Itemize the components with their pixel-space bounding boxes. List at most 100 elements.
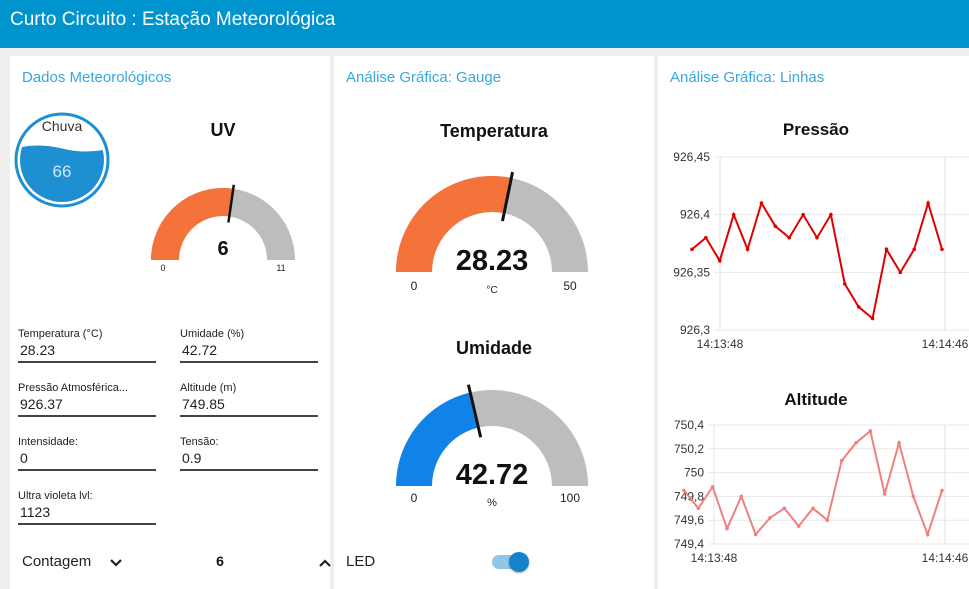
field-altitude: Altitude (m) 749.85	[180, 382, 318, 417]
chart-title: Altitude	[784, 390, 847, 409]
data-point	[787, 235, 792, 240]
counter-label: Contagem	[22, 553, 92, 570]
data-point	[717, 259, 722, 263]
altitude-chart: Altitude 750,4750,2750749,8749,6749,414:…	[674, 390, 969, 565]
humidity-gauge-max: 100	[560, 491, 580, 505]
humidity-gauge-unit: %	[487, 497, 497, 509]
temperature-gauge-value: 28.23	[456, 245, 529, 277]
data-point	[811, 506, 815, 511]
data-point	[856, 305, 861, 309]
rain-level-widget: Chuva 66	[14, 112, 110, 208]
data-point	[868, 429, 873, 433]
humidity-gauge-value: 42.72	[456, 459, 529, 491]
data-point	[898, 270, 903, 275]
data-point	[690, 247, 694, 252]
led-label: LED	[346, 553, 376, 570]
data-point	[912, 247, 917, 252]
humidity-gauge: 42.72 % 0 100	[396, 384, 588, 509]
data-point	[704, 235, 708, 240]
uv-gauge: 6 0 11	[151, 184, 295, 273]
y-tick-label: 750,2	[674, 442, 704, 456]
led-toggle[interactable]	[492, 552, 529, 572]
field-label: Temperatura (°C)	[18, 328, 103, 340]
field-value: 1123	[18, 504, 156, 525]
data-point	[682, 488, 686, 493]
y-tick-label: 749,6	[674, 513, 704, 527]
data-point	[925, 532, 930, 537]
data-point	[926, 201, 930, 205]
field-label: Intensidade:	[18, 436, 78, 448]
data-point	[731, 212, 736, 217]
field-value: 42.72	[180, 342, 318, 363]
field-label: Umidade (%)	[180, 328, 245, 340]
series-line	[683, 429, 943, 538]
data-point	[882, 492, 887, 496]
toggle-thumb	[509, 552, 529, 572]
top-bar: Curto Circuito : Estação Meteorológica	[0, 0, 969, 48]
temperature-gauge-max: 50	[563, 279, 577, 293]
uv-gauge-title: UV	[210, 120, 236, 140]
data-point	[759, 201, 764, 205]
field-value: 0.9	[180, 450, 318, 471]
data-point	[940, 488, 944, 493]
field-value: 749.85	[180, 396, 318, 417]
rain-value: 66	[53, 162, 72, 181]
data-point	[842, 282, 847, 286]
field-uv-level: Ultra violeta lvl: 1123	[18, 490, 156, 525]
data-point	[782, 506, 787, 511]
y-tick-label: 750,4	[674, 418, 704, 432]
field-label: Ultra violeta lvl:	[18, 490, 93, 502]
data-point	[884, 247, 889, 252]
temperature-gauge-title: Temperatura	[440, 121, 548, 141]
data-point	[911, 494, 916, 499]
uv-gauge-min: 0	[160, 263, 165, 273]
data-point	[710, 485, 715, 489]
panel-title: Análise Gráfica: Gauge	[346, 69, 502, 86]
rain-label: Chuva	[42, 118, 83, 134]
counter-value: 6	[216, 553, 224, 569]
y-tick-label: 926,3	[680, 323, 710, 337]
field-temperature: Temperatura (°C) 28.23	[18, 328, 156, 363]
uv-gauge-value: 6	[217, 238, 228, 260]
chart-title: Pressão	[783, 120, 849, 139]
data-point	[870, 316, 875, 321]
panel-line-analysis: Análise Gráfica: Linhas Pressão 926,45 92…	[658, 56, 969, 589]
y-tick-label: 926,35	[673, 265, 710, 279]
temperature-gauge-min: 0	[411, 279, 418, 293]
app-title: Curto Circuito : Estação Meteorológica	[10, 9, 336, 30]
data-point	[753, 532, 758, 537]
chevron-down-icon[interactable]	[109, 558, 123, 568]
data-point	[825, 518, 830, 522]
chevron-up-icon[interactable]	[318, 558, 332, 568]
y-tick-label: 749,4	[674, 537, 704, 551]
data-point	[725, 526, 729, 531]
data-point	[696, 506, 701, 511]
field-label: Altitude (m)	[180, 382, 237, 394]
field-label: Tensão:	[180, 436, 219, 448]
data-point	[801, 212, 805, 217]
temperature-gauge: 28.23 °C 0 50	[396, 171, 588, 296]
data-point	[854, 441, 858, 445]
data-point	[815, 235, 819, 240]
field-humidity: Umidade (%) 42.72	[180, 328, 318, 363]
data-point	[940, 247, 944, 252]
y-tick-label: 750	[684, 466, 704, 480]
panel-title: Análise Gráfica: Linhas	[670, 69, 825, 86]
panel-title: Dados Meteorológicos	[22, 69, 172, 86]
x-tick-label: 14:13:48	[691, 551, 738, 565]
data-point	[839, 458, 844, 463]
data-point	[773, 224, 778, 228]
temperature-gauge-unit: °C	[486, 285, 497, 296]
humidity-gauge-title: Umidade	[455, 338, 533, 358]
pressure-chart: Pressão 926,45 926,4 926,35 926,314:13:48 14…	[673, 120, 969, 351]
series-line	[691, 199, 943, 321]
field-value: 926.37	[18, 396, 156, 417]
field-value: 28.23	[18, 342, 156, 363]
data-point	[796, 524, 801, 528]
panel-gauge-analysis: Análise Gráfica: Gauge Temperatura 28.23…	[334, 56, 654, 589]
field-label: Pressão Atmosférica...	[18, 382, 129, 394]
uv-gauge-max: 11	[276, 263, 285, 273]
humidity-gauge-min: 0	[411, 491, 418, 505]
data-point	[897, 441, 901, 445]
panel-meteorological-data: Dados Meteorológicos Chuva 66 UV 6 0 11 …	[10, 56, 332, 589]
